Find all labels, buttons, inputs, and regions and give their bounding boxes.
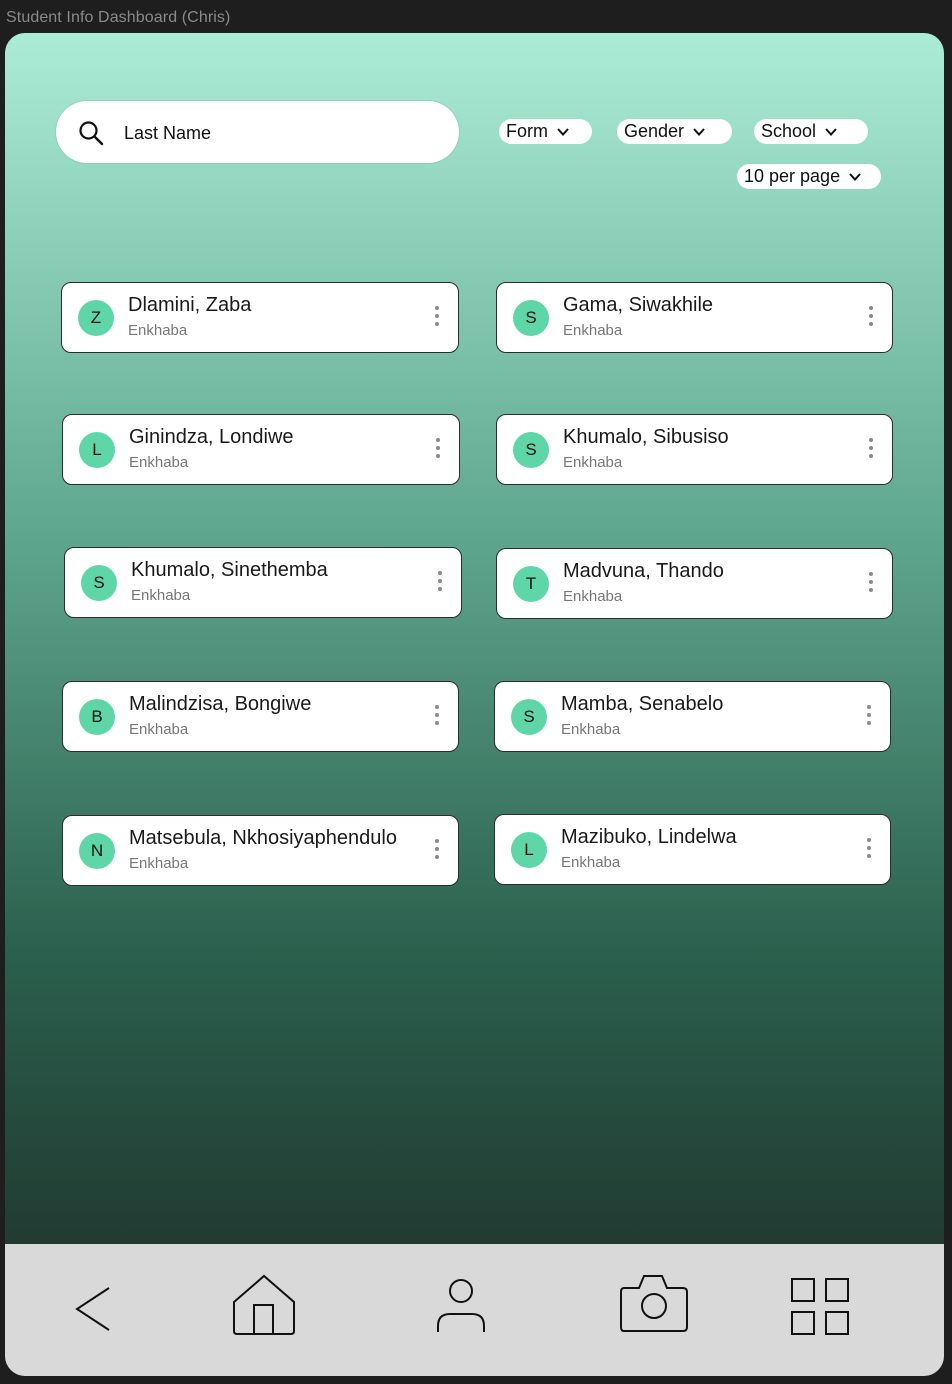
student-card[interactable]: S Khumalo, Sinethemba Enkhaba — [64, 547, 462, 618]
camera-icon — [620, 1275, 688, 1332]
search-bar[interactable] — [56, 101, 459, 163]
avatar: Z — [78, 300, 114, 336]
more-options-icon[interactable] — [434, 705, 440, 729]
student-name: Madvuna, Thando — [563, 560, 724, 582]
avatar: N — [79, 833, 115, 869]
student-school: Enkhaba — [128, 322, 188, 339]
avatar: S — [513, 300, 549, 336]
avatar: S — [81, 565, 117, 601]
grid-icon — [791, 1278, 849, 1335]
search-icon — [79, 121, 104, 146]
avatar: S — [511, 699, 547, 735]
back-button[interactable] — [57, 1274, 129, 1344]
student-card[interactable]: S Gama, Siwakhile Enkhaba — [496, 282, 893, 353]
more-options-icon[interactable] — [866, 838, 872, 862]
student-name: Gama, Siwakhile — [563, 294, 714, 316]
gender-filter-dropdown[interactable]: Gender — [617, 119, 732, 144]
more-options-icon[interactable] — [868, 306, 874, 330]
avatar: L — [511, 832, 547, 868]
student-school: Enkhaba — [129, 454, 189, 471]
student-school: Enkhaba — [561, 721, 621, 738]
per-page-dropdown[interactable]: 10 per page — [737, 164, 881, 189]
student-school: Enkhaba — [563, 322, 623, 339]
menu-grid-button[interactable] — [785, 1274, 857, 1344]
more-options-icon[interactable] — [434, 306, 440, 330]
student-school: Enkhaba — [129, 855, 189, 872]
student-school: Enkhaba — [131, 587, 191, 604]
more-options-icon[interactable] — [866, 705, 872, 729]
student-name: Mazibuko, Lindelwa — [561, 826, 737, 848]
school-filter-dropdown[interactable]: School — [754, 119, 868, 144]
per-page-label: 10 per page — [744, 166, 841, 186]
chevron-down-icon — [693, 127, 705, 136]
avatar: S — [513, 432, 549, 468]
more-options-icon[interactable] — [435, 438, 441, 462]
camera-button[interactable] — [617, 1274, 689, 1344]
student-card[interactable]: S Mamba, Senabelo Enkhaba — [494, 681, 891, 752]
form-filter-dropdown[interactable]: Form — [499, 119, 592, 144]
more-options-icon[interactable] — [868, 438, 874, 462]
student-name: Khumalo, Sinethemba — [131, 559, 328, 581]
avatar: B — [79, 699, 115, 735]
student-name: Ginindza, Londiwe — [129, 426, 294, 448]
student-card[interactable]: S Khumalo, Sibusiso Enkhaba — [496, 414, 893, 485]
gender-filter-label: Gender — [624, 121, 685, 141]
student-name: Dlamini, Zaba — [128, 294, 252, 316]
profile-button[interactable] — [425, 1274, 497, 1344]
home-icon — [233, 1274, 295, 1335]
profile-icon — [437, 1279, 485, 1332]
last-name-search-input[interactable] — [122, 115, 446, 151]
student-name: Matsebula, Nkhosiyaphendulo — [129, 827, 397, 849]
form-filter-label: Form — [506, 121, 548, 141]
student-card[interactable]: L Mazibuko, Lindelwa Enkhaba — [494, 814, 891, 885]
more-options-icon[interactable] — [437, 571, 443, 595]
student-name: Khumalo, Sibusiso — [563, 426, 729, 448]
student-card[interactable]: L Ginindza, Londiwe Enkhaba — [62, 414, 460, 485]
chevron-down-icon — [849, 172, 861, 181]
app-frame: Form Gender School 10 per page Z Dlamini… — [5, 33, 944, 1376]
more-options-icon[interactable] — [434, 839, 440, 863]
student-name: Mamba, Senabelo — [561, 693, 724, 715]
student-school: Enkhaba — [563, 588, 623, 605]
student-name: Malindzisa, Bongiwe — [129, 693, 312, 715]
chevron-down-icon — [825, 127, 837, 136]
avatar: L — [79, 432, 115, 468]
more-options-icon[interactable] — [868, 572, 874, 596]
student-card[interactable]: Z Dlamini, Zaba Enkhaba — [61, 282, 459, 353]
student-card[interactable]: T Madvuna, Thando Enkhaba — [496, 548, 893, 619]
student-school: Enkhaba — [563, 454, 623, 471]
school-filter-label: School — [761, 121, 817, 141]
chevron-down-icon — [557, 127, 569, 136]
back-icon — [75, 1287, 110, 1331]
home-button[interactable] — [227, 1274, 299, 1344]
bottom-navigation-bar — [5, 1244, 944, 1376]
student-card[interactable]: N Matsebula, Nkhosiyaphendulo Enkhaba — [62, 815, 459, 886]
avatar: T — [513, 566, 549, 602]
window-title: Student Info Dashboard (Chris) — [6, 9, 231, 26]
student-school: Enkhaba — [129, 721, 189, 738]
student-school: Enkhaba — [561, 854, 621, 871]
student-card[interactable]: B Malindzisa, Bongiwe Enkhaba — [62, 681, 459, 752]
